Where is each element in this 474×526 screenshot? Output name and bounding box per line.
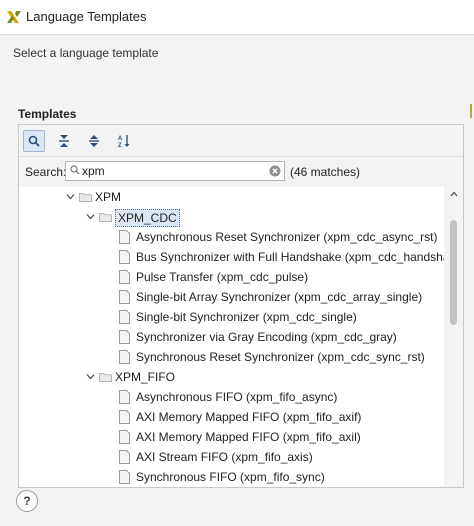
tree-template-row[interactable]: Single-bit Synchronizer (xpm_cdc_single) [19,307,443,327]
template-tree: XPM XPM_CDC Asynchronous Reset Synchronize… [19,187,463,487]
tree-row-label: Synchronous Reset Synchronizer (xpm_cdc_… [136,350,425,364]
chevron-down-icon[interactable] [86,373,95,380]
document-icon [119,410,130,424]
document-icon [119,310,130,324]
vertical-scrollbar[interactable] [444,187,463,487]
tree-row-label: Asynchronous Reset Synchronizer (xpm_cdc… [136,230,438,244]
svg-text:A: A [118,136,123,142]
tree-row-label: Synchronizer via Gray Encoding (xpm_cdc_… [136,330,397,344]
sort-button[interactable]: A Z [113,130,135,152]
templates-toolbar: A Z [19,125,463,157]
document-icon [119,330,130,344]
document-icon [119,390,130,404]
search-label: Search: [25,165,67,179]
search-box[interactable] [65,161,285,181]
tree-template-row[interactable]: AXI Stream FIFO (xpm_fifo_axis) [19,447,443,467]
document-icon [119,230,130,244]
clear-search-icon[interactable] [269,165,281,177]
document-icon [119,430,130,444]
document-icon [119,270,130,284]
tree-row-label: Pulse Transfer (xpm_cdc_pulse) [136,270,309,284]
tree-template-row[interactable]: AXI Memory Mapped FIFO (xpm_fifo_axil) [19,427,443,447]
tree-row-label: Single-bit Synchronizer (xpm_cdc_single) [136,310,357,324]
folder-icon [99,373,112,382]
dialog-subtitle: Select a language template [13,46,159,60]
tree-template-row[interactable]: Asynchronous Reset Synchronizer (xpm_cdc… [19,227,443,247]
search-button[interactable] [23,130,45,152]
templates-panel: A Z Search: (46 matches) XPM XPM_CDC Async… [18,124,464,488]
match-count: (46 matches) [290,165,361,179]
tree-template-row[interactable]: Pulse Transfer (xpm_cdc_pulse) [19,267,443,287]
tree-template-row[interactable]: Synchronizer via Gray Encoding (xpm_cdc_… [19,327,443,347]
expand-all-button[interactable] [83,130,105,152]
svg-text:Z: Z [118,143,122,148]
document-icon [119,290,130,304]
app-logo-icon [7,11,21,23]
tree-row-label-selected: XPM_CDC [115,209,180,227]
chevron-down-icon[interactable] [66,193,75,200]
title-bar: Language Templates [0,0,474,35]
help-button[interactable]: ? [16,490,38,512]
document-icon [119,470,130,484]
search-row: Search: (46 matches) [19,157,463,187]
expand-all-icon [89,135,99,147]
folder-icon [79,193,92,202]
chevron-down-icon[interactable] [86,213,95,220]
search-input[interactable] [82,163,262,179]
tree-row-label: XPM [95,190,122,204]
window-title: Language Templates [26,9,147,24]
tree-row-label: XPM_FIFO [115,370,176,384]
tree-row-label: Bus Synchronizer with Full Handshake (xp… [136,250,464,264]
scrollbar-thumb[interactable] [450,220,457,325]
magnifier-icon [70,165,80,175]
tree-folder-row[interactable]: XPM [19,187,443,207]
tree-row-label: Asynchronous FIFO (xpm_fifo_async) [136,390,338,404]
tree-row-label: Synchronous FIFO (xpm_fifo_sync) [136,470,325,484]
search-icon [28,135,40,147]
tree-template-row[interactable]: Synchronous Reset Synchronizer (xpm_cdc_… [19,347,443,367]
tree-template-row[interactable]: Synchronous FIFO (xpm_fifo_sync) [19,467,443,487]
tree-template-row[interactable]: Single-bit Array Synchronizer (xpm_cdc_a… [19,287,443,307]
tree-folder-row[interactable]: XPM_FIFO [19,367,443,387]
tree-row-label: Single-bit Array Synchronizer (xpm_cdc_a… [136,290,423,304]
scroll-up-arrow-icon[interactable] [450,191,458,197]
tree-template-row[interactable]: Asynchronous FIFO (xpm_fifo_async) [19,387,443,407]
tree-row-label: AXI Memory Mapped FIFO (xpm_fifo_axil) [136,430,361,444]
document-icon [119,350,130,364]
document-icon [119,450,130,464]
templates-section-label: Templates [18,107,77,121]
sort-az-icon: A Z [118,135,130,148]
collapse-all-icon [59,135,69,147]
folder-icon [99,213,112,222]
document-icon [119,250,130,264]
tree-template-row[interactable]: AXI Memory Mapped FIFO (xpm_fifo_axif) [19,407,443,427]
collapse-all-button[interactable] [53,130,75,152]
tree-template-row[interactable]: Bus Synchronizer with Full Handshake (xp… [19,247,463,267]
tree-folder-row[interactable]: XPM_CDC [19,207,443,227]
tree-row-label: AXI Memory Mapped FIFO (xpm_fifo_axif) [136,410,362,424]
resize-handle[interactable] [470,104,472,118]
tree-row-label: AXI Stream FIFO (xpm_fifo_axis) [136,450,313,464]
